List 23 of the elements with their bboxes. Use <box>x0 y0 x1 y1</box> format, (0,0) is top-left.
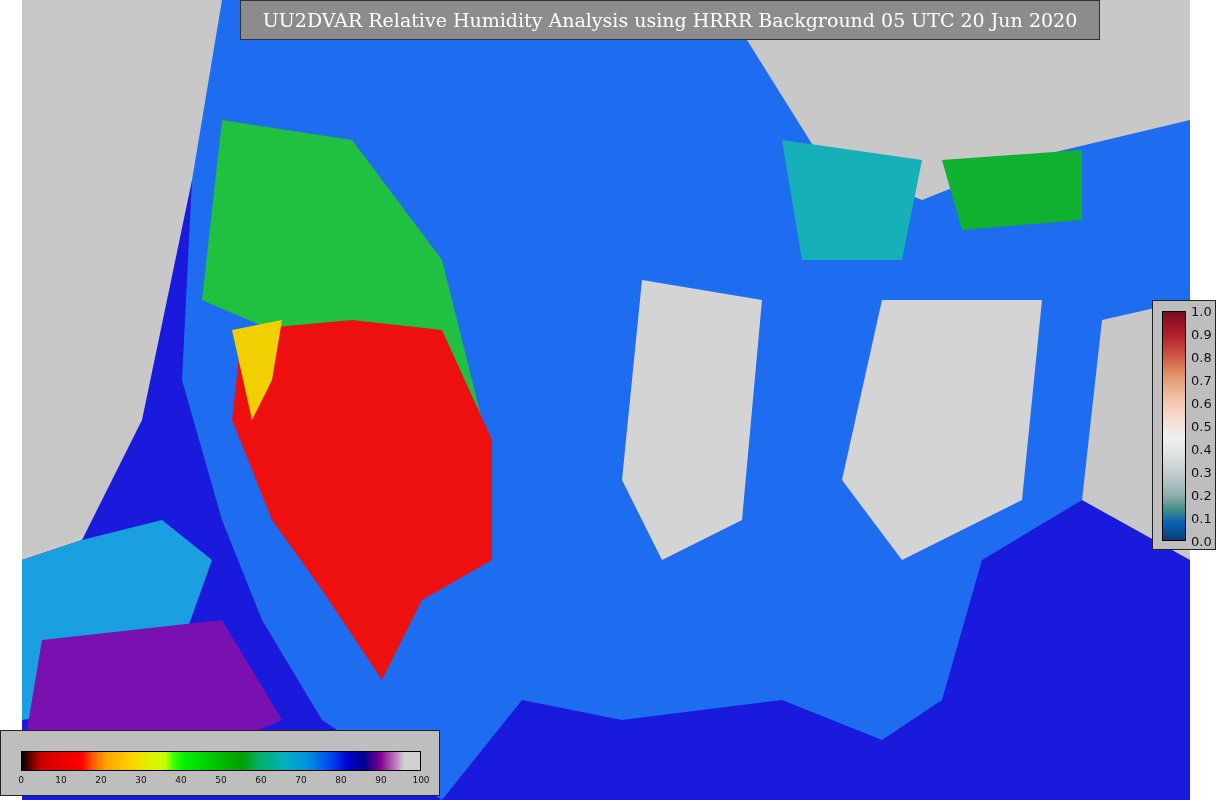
tick-label: 50 <box>215 775 227 785</box>
tick-label: 60 <box>255 775 267 785</box>
tick-label: 0.6 <box>1191 395 1212 411</box>
tick-label: 0.2 <box>1191 487 1212 503</box>
tick-label: 40 <box>175 775 187 785</box>
tick-label: 0.8 <box>1191 349 1212 365</box>
tick-label: 10 <box>55 775 67 785</box>
tick-label: 0.4 <box>1191 441 1212 457</box>
tick-label: 0.3 <box>1191 464 1212 480</box>
tick-label: 0.1 <box>1191 510 1212 526</box>
tick-label: 80 <box>335 775 347 785</box>
tick-label: 1.0 <box>1191 303 1212 319</box>
tick-label: 0.5 <box>1191 418 1212 434</box>
tick-label: 20 <box>95 775 107 785</box>
tick-label: 0 <box>18 775 24 785</box>
map-title: UU2DVAR Relative Humidity Analysis using HRRR Background 05 UTC 20 Jun 2020 <box>240 0 1100 40</box>
tick-label: 30 <box>135 775 147 785</box>
tick-label: 0.0 <box>1191 533 1212 549</box>
tick-label: 70 <box>295 775 307 785</box>
tick-label: 100 <box>412 775 430 785</box>
tick-label: 0.9 <box>1191 326 1212 342</box>
tick-label: 90 <box>375 775 387 785</box>
tick-label: 0.7 <box>1191 372 1212 388</box>
